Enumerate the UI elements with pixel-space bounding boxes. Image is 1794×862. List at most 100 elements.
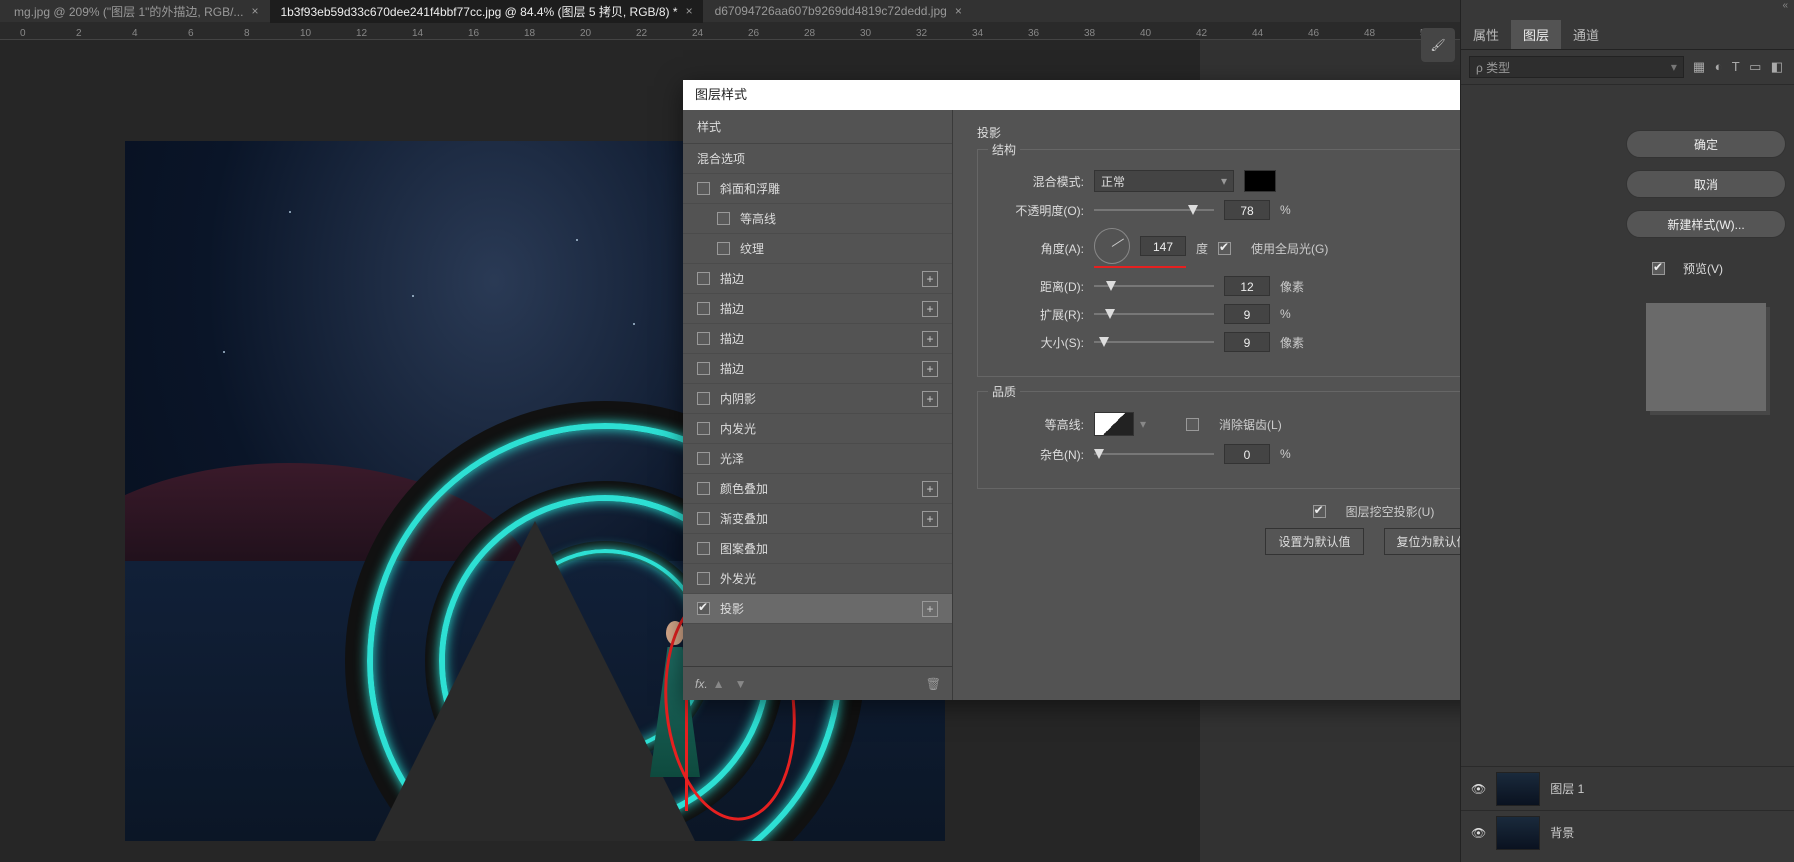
style-checkbox[interactable]: [697, 482, 710, 495]
ok-button[interactable]: 确定: [1626, 130, 1786, 158]
noise-slider[interactable]: [1094, 447, 1214, 461]
arrow-down-icon[interactable]: ▼: [735, 677, 747, 691]
add-effect-icon[interactable]: +: [922, 271, 938, 287]
filter-shape-icon[interactable]: ▭: [1749, 59, 1761, 74]
style-item[interactable]: 等高线: [683, 204, 952, 234]
add-effect-icon[interactable]: +: [922, 481, 938, 497]
spread-slider[interactable]: [1094, 307, 1214, 321]
filter-text-icon[interactable]: T: [1732, 59, 1740, 74]
style-item[interactable]: 描边 +: [683, 354, 952, 384]
global-light-checkbox[interactable]: [1218, 242, 1231, 255]
add-effect-icon[interactable]: +: [922, 601, 938, 617]
tab-channels[interactable]: 通道: [1561, 20, 1611, 49]
style-checkbox[interactable]: [717, 242, 730, 255]
style-checkbox[interactable]: [697, 182, 710, 195]
layer-type-filter[interactable]: ρ 类型▾: [1469, 56, 1684, 78]
style-item[interactable]: 纹理: [683, 234, 952, 264]
opacity-slider[interactable]: [1094, 203, 1214, 217]
add-effect-icon[interactable]: +: [922, 301, 938, 317]
style-label: 光泽: [720, 450, 744, 467]
preview-checkbox[interactable]: [1652, 262, 1665, 275]
distance-input[interactable]: 12: [1224, 276, 1270, 296]
shadow-color-swatch[interactable]: [1244, 170, 1276, 192]
style-label: 描边: [720, 360, 744, 377]
layer-name[interactable]: 背景: [1550, 824, 1574, 841]
spread-input[interactable]: 9: [1224, 304, 1270, 324]
style-checkbox[interactable]: [697, 362, 710, 375]
filter-smart-icon[interactable]: ◧: [1771, 59, 1783, 74]
set-default-button[interactable]: 设置为默认值: [1265, 528, 1363, 555]
knockout-checkbox[interactable]: [1313, 505, 1326, 518]
style-checkbox[interactable]: [697, 572, 710, 585]
style-label: 等高线: [740, 210, 776, 227]
close-icon[interactable]: ×: [955, 4, 962, 18]
blend-options-row[interactable]: 混合选项: [683, 144, 952, 174]
trash-icon[interactable]: 🗑: [926, 677, 941, 691]
contour-picker[interactable]: [1094, 412, 1134, 436]
style-checkbox[interactable]: [697, 512, 710, 525]
layer-name[interactable]: 图层 1: [1550, 780, 1584, 797]
layer-thumbnail[interactable]: [1496, 772, 1540, 806]
filter-image-icon[interactable]: ▦: [1693, 59, 1705, 74]
preview-label: 预览(V): [1683, 260, 1723, 277]
opacity-input[interactable]: 78: [1224, 200, 1270, 220]
visibility-icon[interactable]: 👁: [1471, 826, 1486, 840]
add-effect-icon[interactable]: +: [922, 361, 938, 377]
add-effect-icon[interactable]: +: [922, 391, 938, 407]
style-checkbox[interactable]: [697, 422, 710, 435]
layer-row[interactable]: 👁 背景: [1461, 810, 1794, 854]
style-label: 斜面和浮雕: [720, 180, 780, 197]
blend-mode-select[interactable]: 正常: [1094, 170, 1234, 192]
style-checkbox[interactable]: [697, 332, 710, 345]
style-item[interactable]: 图案叠加: [683, 534, 952, 564]
add-effect-icon[interactable]: +: [922, 331, 938, 347]
angle-dial[interactable]: [1094, 228, 1130, 264]
fx-icon[interactable]: fx.: [695, 677, 708, 691]
doc-tab[interactable]: mg.jpg @ 209% ("图层 1"的外描边, RGB/... ×: [4, 0, 268, 23]
tab-properties[interactable]: 属性: [1461, 20, 1511, 49]
panel-collapse-icon[interactable]: «: [1461, 0, 1794, 20]
style-item[interactable]: 投影+: [683, 594, 952, 624]
style-checkbox[interactable]: [697, 452, 710, 465]
brush-panel-icon[interactable]: 🖌: [1421, 28, 1455, 62]
size-slider[interactable]: [1094, 335, 1214, 349]
style-item[interactable]: 颜色叠加+: [683, 474, 952, 504]
style-list: 样式 混合选项 斜面和浮雕等高线纹理描边+描边+描边+描边+内阴影+内发光光泽颜…: [683, 110, 953, 700]
arrow-up-icon[interactable]: ▲: [713, 677, 725, 691]
style-item[interactable]: 描边 +: [683, 294, 952, 324]
visibility-icon[interactable]: 👁: [1471, 782, 1486, 796]
add-effect-icon[interactable]: +: [922, 511, 938, 527]
size-input[interactable]: 9: [1224, 332, 1270, 352]
filter-adjust-icon[interactable]: ◐: [1715, 59, 1723, 74]
style-item[interactable]: 光泽: [683, 444, 952, 474]
chevron-down-icon[interactable]: ▾: [1140, 417, 1146, 431]
tab-layers[interactable]: 图层: [1511, 20, 1561, 49]
style-item[interactable]: 渐变叠加+: [683, 504, 952, 534]
style-checkbox[interactable]: [697, 272, 710, 285]
style-item[interactable]: 内发光: [683, 414, 952, 444]
style-checkbox[interactable]: [697, 392, 710, 405]
new-style-button[interactable]: 新建样式(W)...: [1626, 210, 1786, 238]
close-icon[interactable]: ×: [251, 4, 258, 18]
style-item[interactable]: 描边+: [683, 264, 952, 294]
layer-thumbnail[interactable]: [1496, 816, 1540, 850]
style-item[interactable]: 描边+: [683, 324, 952, 354]
doc-tab-active[interactable]: 1b3f93eb59d33c670dee241f4bbf77cc.jpg @ 8…: [270, 0, 702, 23]
style-checkbox[interactable]: [697, 602, 710, 615]
style-checkbox[interactable]: [717, 212, 730, 225]
doc-tab[interactable]: d67094726aa607b9269dd4819c72dedd.jpg ×: [705, 1, 972, 21]
close-icon[interactable]: ×: [686, 4, 693, 18]
style-checkbox[interactable]: [697, 302, 710, 315]
antialias-checkbox[interactable]: [1186, 418, 1199, 431]
styles-header[interactable]: 样式: [683, 110, 952, 144]
angle-input[interactable]: 147: [1140, 236, 1186, 256]
distance-slider[interactable]: [1094, 279, 1214, 293]
style-item[interactable]: 外发光: [683, 564, 952, 594]
noise-input[interactable]: 0: [1224, 444, 1270, 464]
cancel-button[interactable]: 取消: [1626, 170, 1786, 198]
layer-row[interactable]: 👁 图层 1: [1461, 766, 1794, 810]
style-item[interactable]: 斜面和浮雕: [683, 174, 952, 204]
style-checkbox[interactable]: [697, 542, 710, 555]
style-item[interactable]: 内阴影+: [683, 384, 952, 414]
style-label: 描边: [720, 300, 744, 317]
